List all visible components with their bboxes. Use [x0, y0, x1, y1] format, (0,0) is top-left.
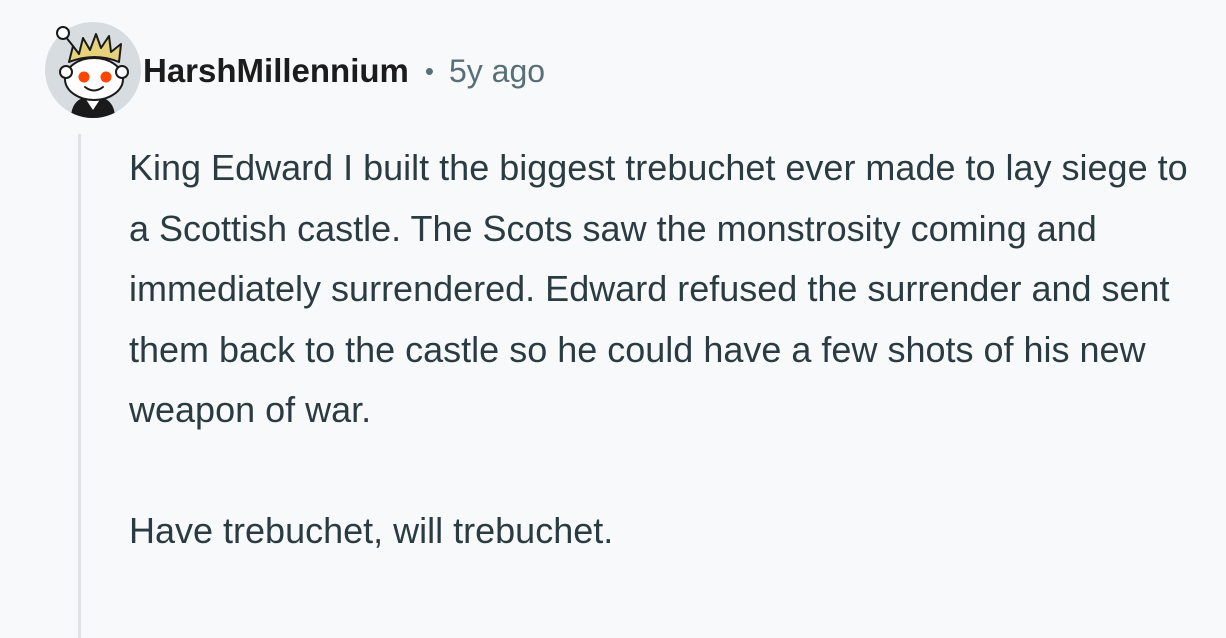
comment-timestamp[interactable]: 5y ago	[449, 53, 545, 90]
comment-paragraph: King Edward I built the biggest trebuche…	[129, 147, 1188, 430]
author-username[interactable]: HarshMillennium	[143, 52, 409, 90]
thread-line[interactable]	[78, 134, 81, 638]
user-avatar[interactable]	[45, 22, 141, 118]
meta-separator: •	[424, 55, 434, 86]
comment-paragraph: Have trebuchet, will trebuchet.	[129, 509, 614, 551]
comment: HarshMillennium • 5y ago King Edward I b…	[0, 0, 1226, 638]
comment-body: King Edward I built the biggest trebuche…	[129, 138, 1189, 561]
comment-header: HarshMillennium • 5y ago	[143, 46, 545, 96]
snoo-avatar-icon	[45, 22, 141, 118]
